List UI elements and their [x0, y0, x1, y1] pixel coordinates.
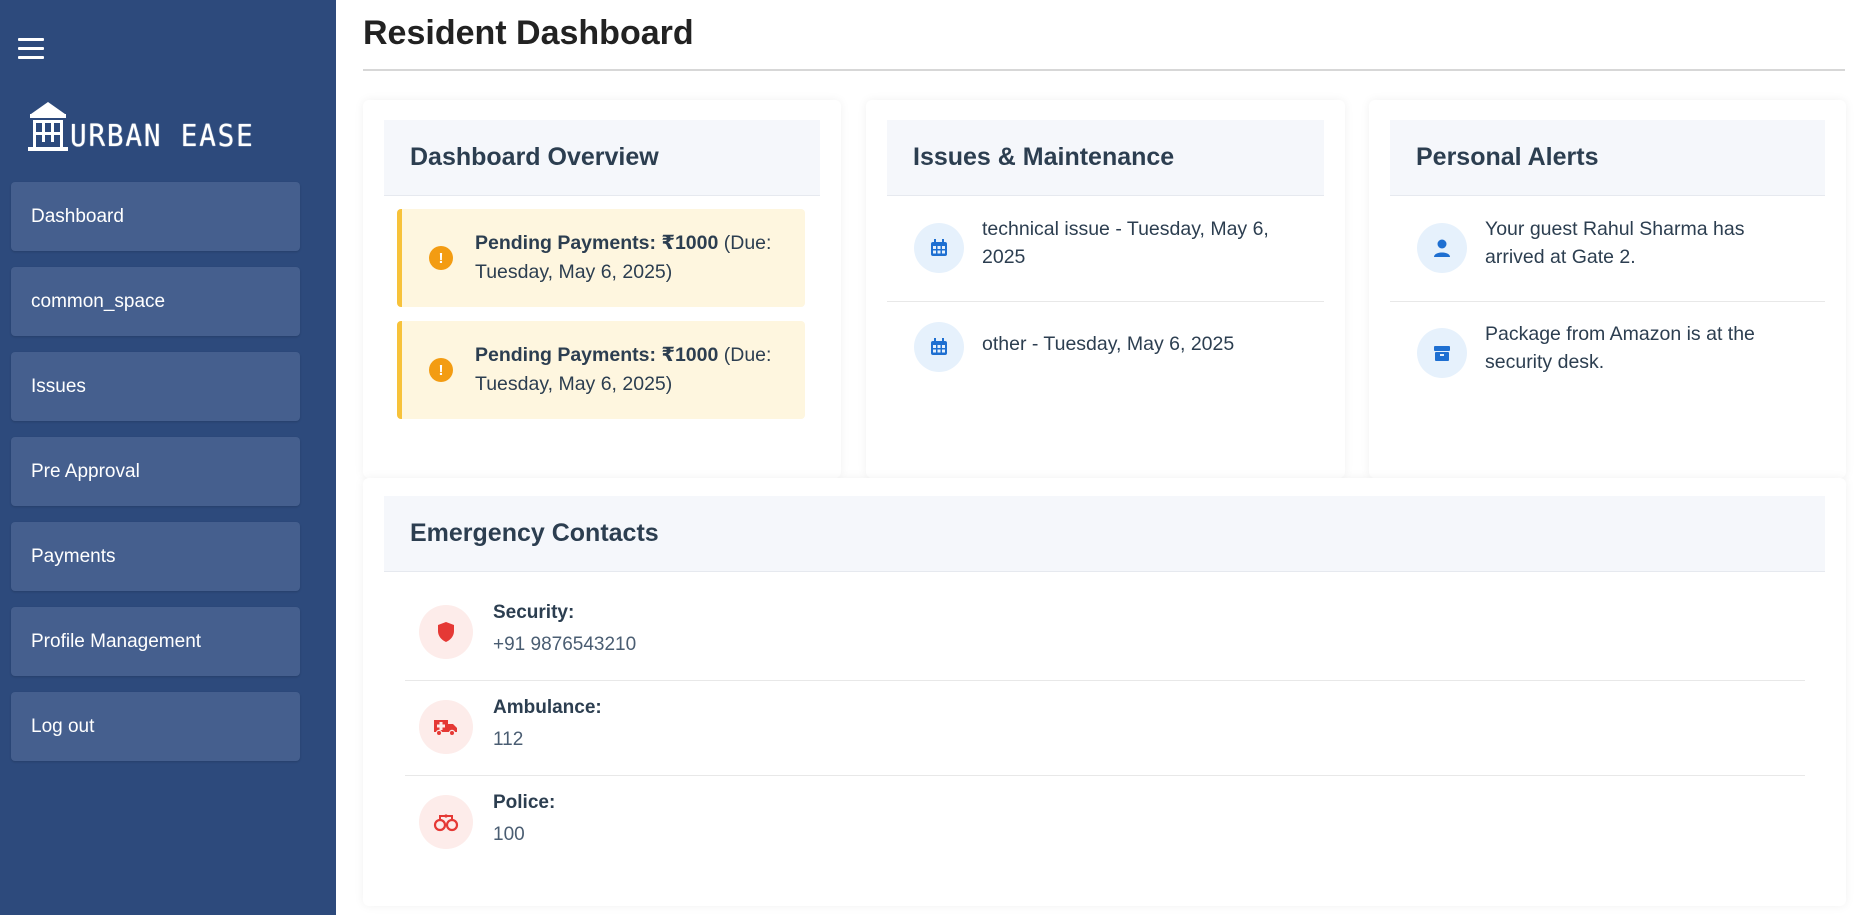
payment-label: Pending Payments: ₹1000	[475, 344, 719, 366]
sidebar-item-label: Log out	[31, 715, 95, 737]
overview-card: Dashboard Overview ! Pending Payments: ₹…	[363, 100, 841, 478]
sidebar-item-pre-approval[interactable]: Pre Approval	[11, 437, 300, 506]
issues-card: Issues & Maintenance technical issue - T…	[866, 100, 1345, 478]
contact-number[interactable]: 112	[493, 729, 523, 751]
contact-item[interactable]: Ambulance: 112	[405, 681, 1805, 776]
payment-text: Pending Payments: ₹1000 (Due: Tuesday, M…	[475, 341, 795, 399]
contact-label: Police:	[493, 792, 556, 813]
contact-number[interactable]: +91 9876543210	[493, 634, 636, 656]
page-title: Resident Dashboard	[363, 14, 694, 52]
building-logo-icon	[28, 102, 68, 151]
issue-text: other - Tuesday, May 6, 2025	[982, 333, 1235, 355]
sidebar-item-profile-management[interactable]: Profile Management	[11, 607, 300, 676]
shield-icon	[419, 605, 473, 659]
card-title: Issues & Maintenance	[887, 120, 1324, 196]
pending-payment-alert[interactable]: ! Pending Payments: ₹1000 (Due: Tuesday,…	[397, 209, 805, 307]
sidebar-item-label: Pre Approval	[31, 460, 140, 482]
contact-label: Security:	[493, 602, 575, 623]
alerts-card: Personal Alerts Your guest Rahul Sharma …	[1369, 100, 1846, 478]
brand-name: URBAN EASE	[70, 119, 255, 154]
title-divider	[363, 69, 1845, 71]
payment-text: Pending Payments: ₹1000 (Due: Tuesday, M…	[475, 229, 795, 287]
box-icon	[1417, 328, 1467, 378]
contact-item[interactable]: Security: +91 9876543210	[405, 586, 1805, 681]
sidebar: URBAN EASE Dashboard common_space Issues…	[0, 0, 336, 915]
sidebar-item-log-out[interactable]: Log out	[11, 692, 300, 761]
alert-text: Your guest Rahul Sharma has arrived at G…	[1485, 218, 1745, 268]
emergency-card: Emergency Contacts Security: +91 9876543…	[363, 478, 1846, 906]
contact-label: Ambulance:	[493, 697, 602, 718]
issue-item[interactable]: other - Tuesday, May 6, 2025	[887, 302, 1324, 392]
main-content: Resident Dashboard Dashboard Overview ! …	[336, 0, 1862, 915]
user-icon	[1417, 223, 1467, 273]
card-title: Dashboard Overview	[384, 120, 820, 196]
brand-logo[interactable]: URBAN EASE	[28, 100, 271, 152]
sidebar-item-label: Dashboard	[31, 205, 124, 227]
sidebar-item-label: Payments	[31, 545, 116, 567]
payment-label: Pending Payments: ₹1000	[475, 232, 719, 254]
sidebar-item-common-space[interactable]: common_space	[11, 267, 300, 336]
contact-item[interactable]: Police: 100	[405, 776, 1805, 871]
sidebar-item-issues[interactable]: Issues	[11, 352, 300, 421]
handcuffs-icon	[419, 795, 473, 849]
sidebar-nav: Dashboard common_space Issues Pre Approv…	[11, 182, 300, 777]
sidebar-item-label: Issues	[31, 375, 86, 397]
calendar-icon	[914, 223, 964, 273]
menu-toggle-icon[interactable]	[18, 38, 44, 64]
pending-payment-alert[interactable]: ! Pending Payments: ₹1000 (Due: Tuesday,…	[397, 321, 805, 419]
issue-item[interactable]: technical issue - Tuesday, May 6, 2025	[887, 197, 1324, 302]
contact-number[interactable]: 100	[493, 824, 525, 846]
warning-icon: !	[429, 358, 453, 382]
sidebar-item-dashboard[interactable]: Dashboard	[11, 182, 300, 251]
sidebar-item-payments[interactable]: Payments	[11, 522, 300, 591]
sidebar-item-label: Profile Management	[31, 630, 202, 652]
alert-text: Package from Amazon is at the security d…	[1485, 323, 1755, 373]
warning-icon: !	[429, 246, 453, 270]
alert-item[interactable]: Package from Amazon is at the security d…	[1390, 302, 1825, 407]
calendar-icon	[914, 322, 964, 372]
issue-text: technical issue - Tuesday, May 6, 2025	[982, 218, 1269, 268]
sidebar-item-label: common_space	[31, 290, 166, 312]
ambulance-icon	[419, 700, 473, 754]
alert-item[interactable]: Your guest Rahul Sharma has arrived at G…	[1390, 197, 1825, 302]
card-title: Personal Alerts	[1390, 120, 1825, 196]
card-title: Emergency Contacts	[384, 496, 1825, 572]
